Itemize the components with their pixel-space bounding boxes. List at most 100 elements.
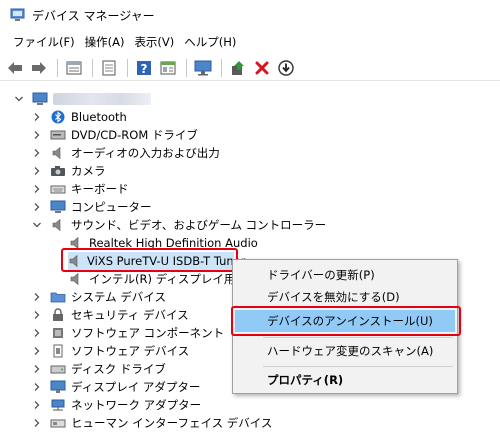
properties-button[interactable] — [63, 57, 85, 79]
speaker-icon — [50, 146, 66, 160]
tree-item-label: ディスク ドライブ — [71, 362, 166, 376]
chevron-right-icon[interactable] — [32, 130, 42, 140]
tree-root[interactable] — [14, 90, 151, 108]
tree-item-label: キーボード — [71, 182, 129, 196]
properties-icon — [66, 61, 82, 74]
monitor-icon — [194, 60, 212, 75]
ctx-separator — [263, 366, 453, 367]
monitor-button[interactable] — [192, 57, 214, 79]
component-icon — [50, 326, 66, 340]
tree-item-vixs-tuner[interactable]: ViXS PureTV-U ISDB-T Tuner — [68, 252, 246, 270]
chevron-down-icon[interactable] — [32, 220, 42, 230]
menu-view[interactable]: 表示(V) — [129, 32, 179, 52]
uninstall-x-icon — [255, 61, 269, 74]
software-device-icon — [50, 344, 66, 358]
back-icon — [8, 61, 22, 74]
tree-item-label: ソフトウェア デバイス — [71, 344, 190, 358]
tree-item-display-adapters[interactable]: ディスプレイ アダプター — [32, 378, 200, 396]
chevron-right-icon[interactable] — [32, 328, 42, 338]
tree-item-bluetooth[interactable]: Bluetooth — [32, 108, 127, 126]
folder-icon — [50, 290, 66, 304]
chevron-right-icon[interactable] — [32, 202, 42, 212]
tree-item-label: ネットワーク アダプター — [71, 398, 202, 412]
tree-item-label: システム デバイス — [71, 290, 166, 304]
ctx-separator — [263, 337, 453, 338]
chevron-right-icon[interactable] — [32, 382, 42, 392]
details-button[interactable] — [157, 57, 179, 79]
toolbar: ? — [0, 55, 500, 81]
title-bar: デバイス マネージャー — [0, 0, 500, 30]
chevron-right-icon[interactable] — [32, 166, 42, 176]
chevron-right-icon[interactable] — [32, 418, 42, 428]
speaker-icon — [50, 218, 66, 232]
toolbar-separator — [92, 58, 93, 77]
keyboard-icon — [50, 182, 66, 196]
tree-item-label: セキュリティ デバイス — [71, 308, 189, 322]
menu-bar: ファイル(F) 操作(A) 表示(V) ヘルプ(H) — [0, 31, 500, 53]
update-driver-button[interactable] — [227, 57, 249, 79]
uninstall-button[interactable] — [251, 57, 273, 79]
chevron-right-icon[interactable] — [32, 292, 42, 302]
ctx-update-driver[interactable]: ドライバーの更新(P) — [235, 264, 455, 286]
tree-item-security[interactable]: セキュリティ デバイス — [32, 306, 189, 324]
tree-item-software-devices[interactable]: ソフトウェア デバイス — [32, 342, 189, 360]
speaker-icon — [68, 236, 84, 250]
tree-item-label: Realtek High Definition Audio — [89, 236, 258, 250]
document-icon — [102, 60, 116, 75]
help-icon: ? — [137, 60, 151, 76]
ctx-scan-hardware[interactable]: ハードウェア変更のスキャン(A) — [235, 340, 455, 362]
speaker-icon — [68, 272, 84, 286]
network-icon — [50, 398, 66, 412]
update-driver-icon — [232, 60, 244, 75]
menu-help[interactable]: ヘルプ(H) — [179, 32, 241, 52]
help-button[interactable]: ? — [133, 57, 155, 79]
menu-file[interactable]: ファイル(F) — [8, 32, 80, 52]
chevron-right-icon[interactable] — [32, 364, 42, 374]
chevron-down-icon[interactable] — [14, 94, 24, 104]
bluetooth-icon — [50, 110, 66, 124]
tree-item-label: カメラ — [71, 164, 106, 178]
toolbar-separator — [57, 58, 58, 77]
tree-item-disk-drives[interactable]: ディスク ドライブ — [32, 360, 166, 378]
chevron-right-icon[interactable] — [32, 184, 42, 194]
tree-item-network-adapters[interactable]: ネットワーク アダプター — [32, 396, 201, 414]
tree-item-dvd[interactable]: DVD/CD-ROM ドライブ — [32, 126, 198, 144]
tree-item-sound-video[interactable]: サウンド、ビデオ、およびゲーム コントローラー — [32, 216, 326, 234]
tree-item-camera[interactable]: カメラ — [32, 162, 106, 180]
menu-action[interactable]: 操作(A) — [80, 32, 130, 52]
display-icon — [50, 380, 66, 394]
tree-item-label: ViXS PureTV-U ISDB-T Tuner — [87, 254, 246, 268]
tree-item-label: オーディオの入力および出力 — [71, 146, 220, 160]
tree-item-hid[interactable]: ヒューマン インターフェイス デバイス — [32, 414, 272, 432]
ctx-properties[interactable]: プロパティ(R) — [235, 369, 455, 391]
ctx-uninstall-device[interactable]: デバイスのアンインストール(U) — [235, 310, 455, 332]
tree-item-audio-io[interactable]: オーディオの入力および出力 — [32, 144, 220, 162]
tree-item-label: Bluetooth — [71, 110, 127, 124]
computer-icon — [32, 92, 48, 106]
hid-icon — [50, 416, 66, 430]
document-button[interactable] — [98, 57, 120, 79]
chevron-right-icon[interactable] — [32, 310, 42, 320]
download-icon — [278, 59, 294, 76]
device-manager-icon — [10, 8, 25, 21]
tree-item-software-components[interactable]: ソフトウェア コンポーネント — [32, 324, 224, 342]
context-menu: ドライバーの更新(P) デバイスを無効にする(D) デバイスのアンインストール(… — [232, 259, 458, 394]
back-button[interactable] — [4, 57, 26, 79]
ctx-disable-device[interactable]: デバイスを無効にする(D) — [235, 286, 455, 308]
tree-item-label: DVD/CD-ROM ドライブ — [71, 128, 198, 142]
tree-item-keyboard[interactable]: キーボード — [32, 180, 129, 198]
forward-button[interactable] — [28, 57, 50, 79]
speaker-icon — [68, 254, 82, 268]
chevron-right-icon[interactable] — [32, 148, 42, 158]
tree-item-system-devices[interactable]: システム デバイス — [32, 288, 166, 306]
chevron-right-icon[interactable] — [32, 112, 42, 122]
tree-item-computer[interactable]: コンピューター — [32, 198, 152, 216]
tree-item-label: ディスプレイ アダプター — [71, 380, 201, 394]
download-button[interactable] — [275, 57, 297, 79]
toolbar-separator — [221, 58, 222, 77]
chevron-right-icon[interactable] — [32, 400, 42, 410]
chevron-right-icon[interactable] — [32, 346, 42, 356]
disc-drive-icon — [50, 128, 66, 142]
camera-icon — [50, 164, 66, 178]
tree-item-realtek[interactable]: Realtek High Definition Audio — [68, 234, 258, 252]
